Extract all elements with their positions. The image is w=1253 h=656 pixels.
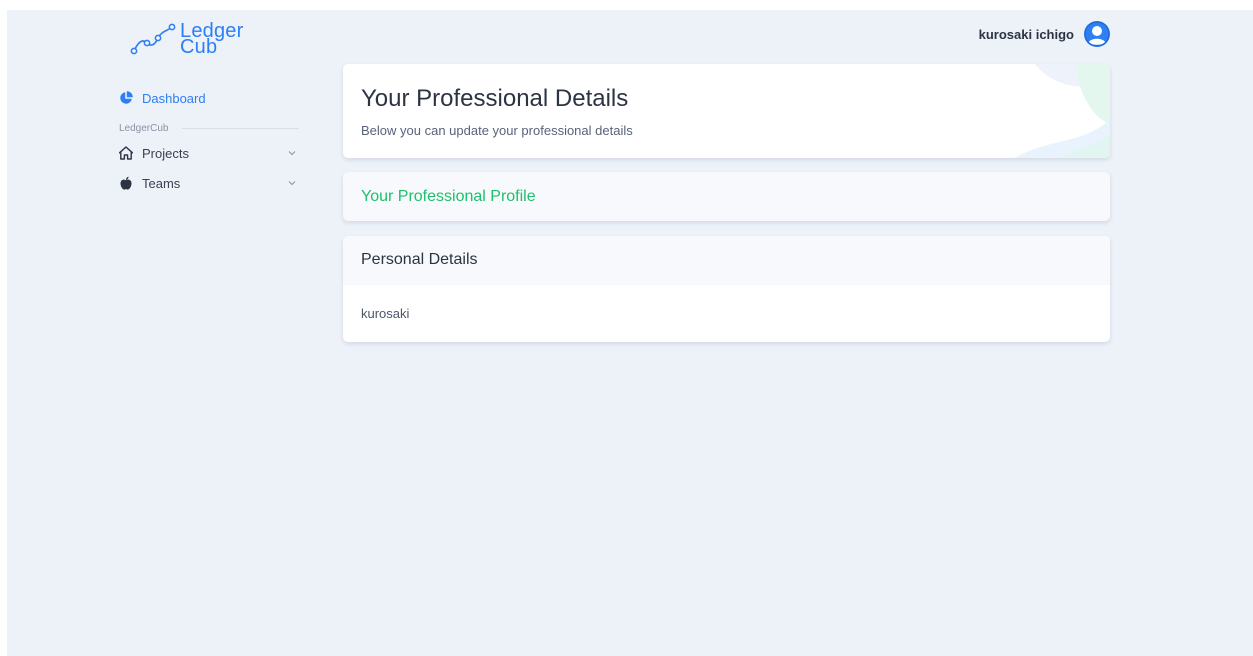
personal-details-header: Personal Details (343, 236, 1110, 285)
brand-logo[interactable]: Ledger Cub (130, 21, 243, 57)
sidebar-section-heading: LedgerCub (119, 123, 299, 134)
sidebar: Dashboard LedgerCub Projects Teams (119, 88, 299, 193)
app-shell: Ledger Cub kurosaki ichigo Dashboard Led… (7, 10, 1253, 656)
chevron-down-icon (288, 181, 296, 186)
user-name: kurosaki ichigo (978, 26, 1074, 42)
professional-profile-title[interactable]: Your Professional Profile (361, 188, 536, 206)
ledger-graph-icon (130, 23, 176, 55)
section-divider (182, 128, 299, 129)
personal-details-card: Personal Details kurosaki (343, 236, 1110, 342)
sidebar-section-label: LedgerCub (119, 123, 169, 134)
sidebar-item-label: Teams (142, 175, 181, 191)
sidebar-item-teams[interactable]: Teams (119, 173, 299, 193)
apple-icon (119, 176, 133, 190)
personal-details-value: kurosaki (361, 306, 410, 321)
brand-name: Ledger Cub (180, 21, 243, 57)
user-menu[interactable]: kurosaki ichigo (979, 21, 1110, 47)
page-title: Your Professional Details (361, 85, 629, 112)
sidebar-item-label: Dashboard (142, 90, 206, 106)
sidebar-item-projects[interactable]: Projects (119, 143, 299, 163)
sidebar-item-dashboard[interactable]: Dashboard (119, 88, 299, 108)
professional-profile-card[interactable]: Your Professional Profile (343, 172, 1110, 221)
decorative-wave (1015, 64, 1110, 158)
home-icon (119, 146, 133, 160)
pie-chart-icon (119, 91, 133, 105)
personal-details-title: Personal Details (361, 251, 478, 268)
page-subtitle: Below you can update your professional d… (361, 123, 633, 138)
page-header-card: Your Professional Details Below you can … (343, 64, 1110, 158)
sidebar-item-label: Projects (142, 145, 189, 161)
user-avatar-icon[interactable] (1084, 21, 1110, 47)
chevron-down-icon (288, 151, 296, 156)
